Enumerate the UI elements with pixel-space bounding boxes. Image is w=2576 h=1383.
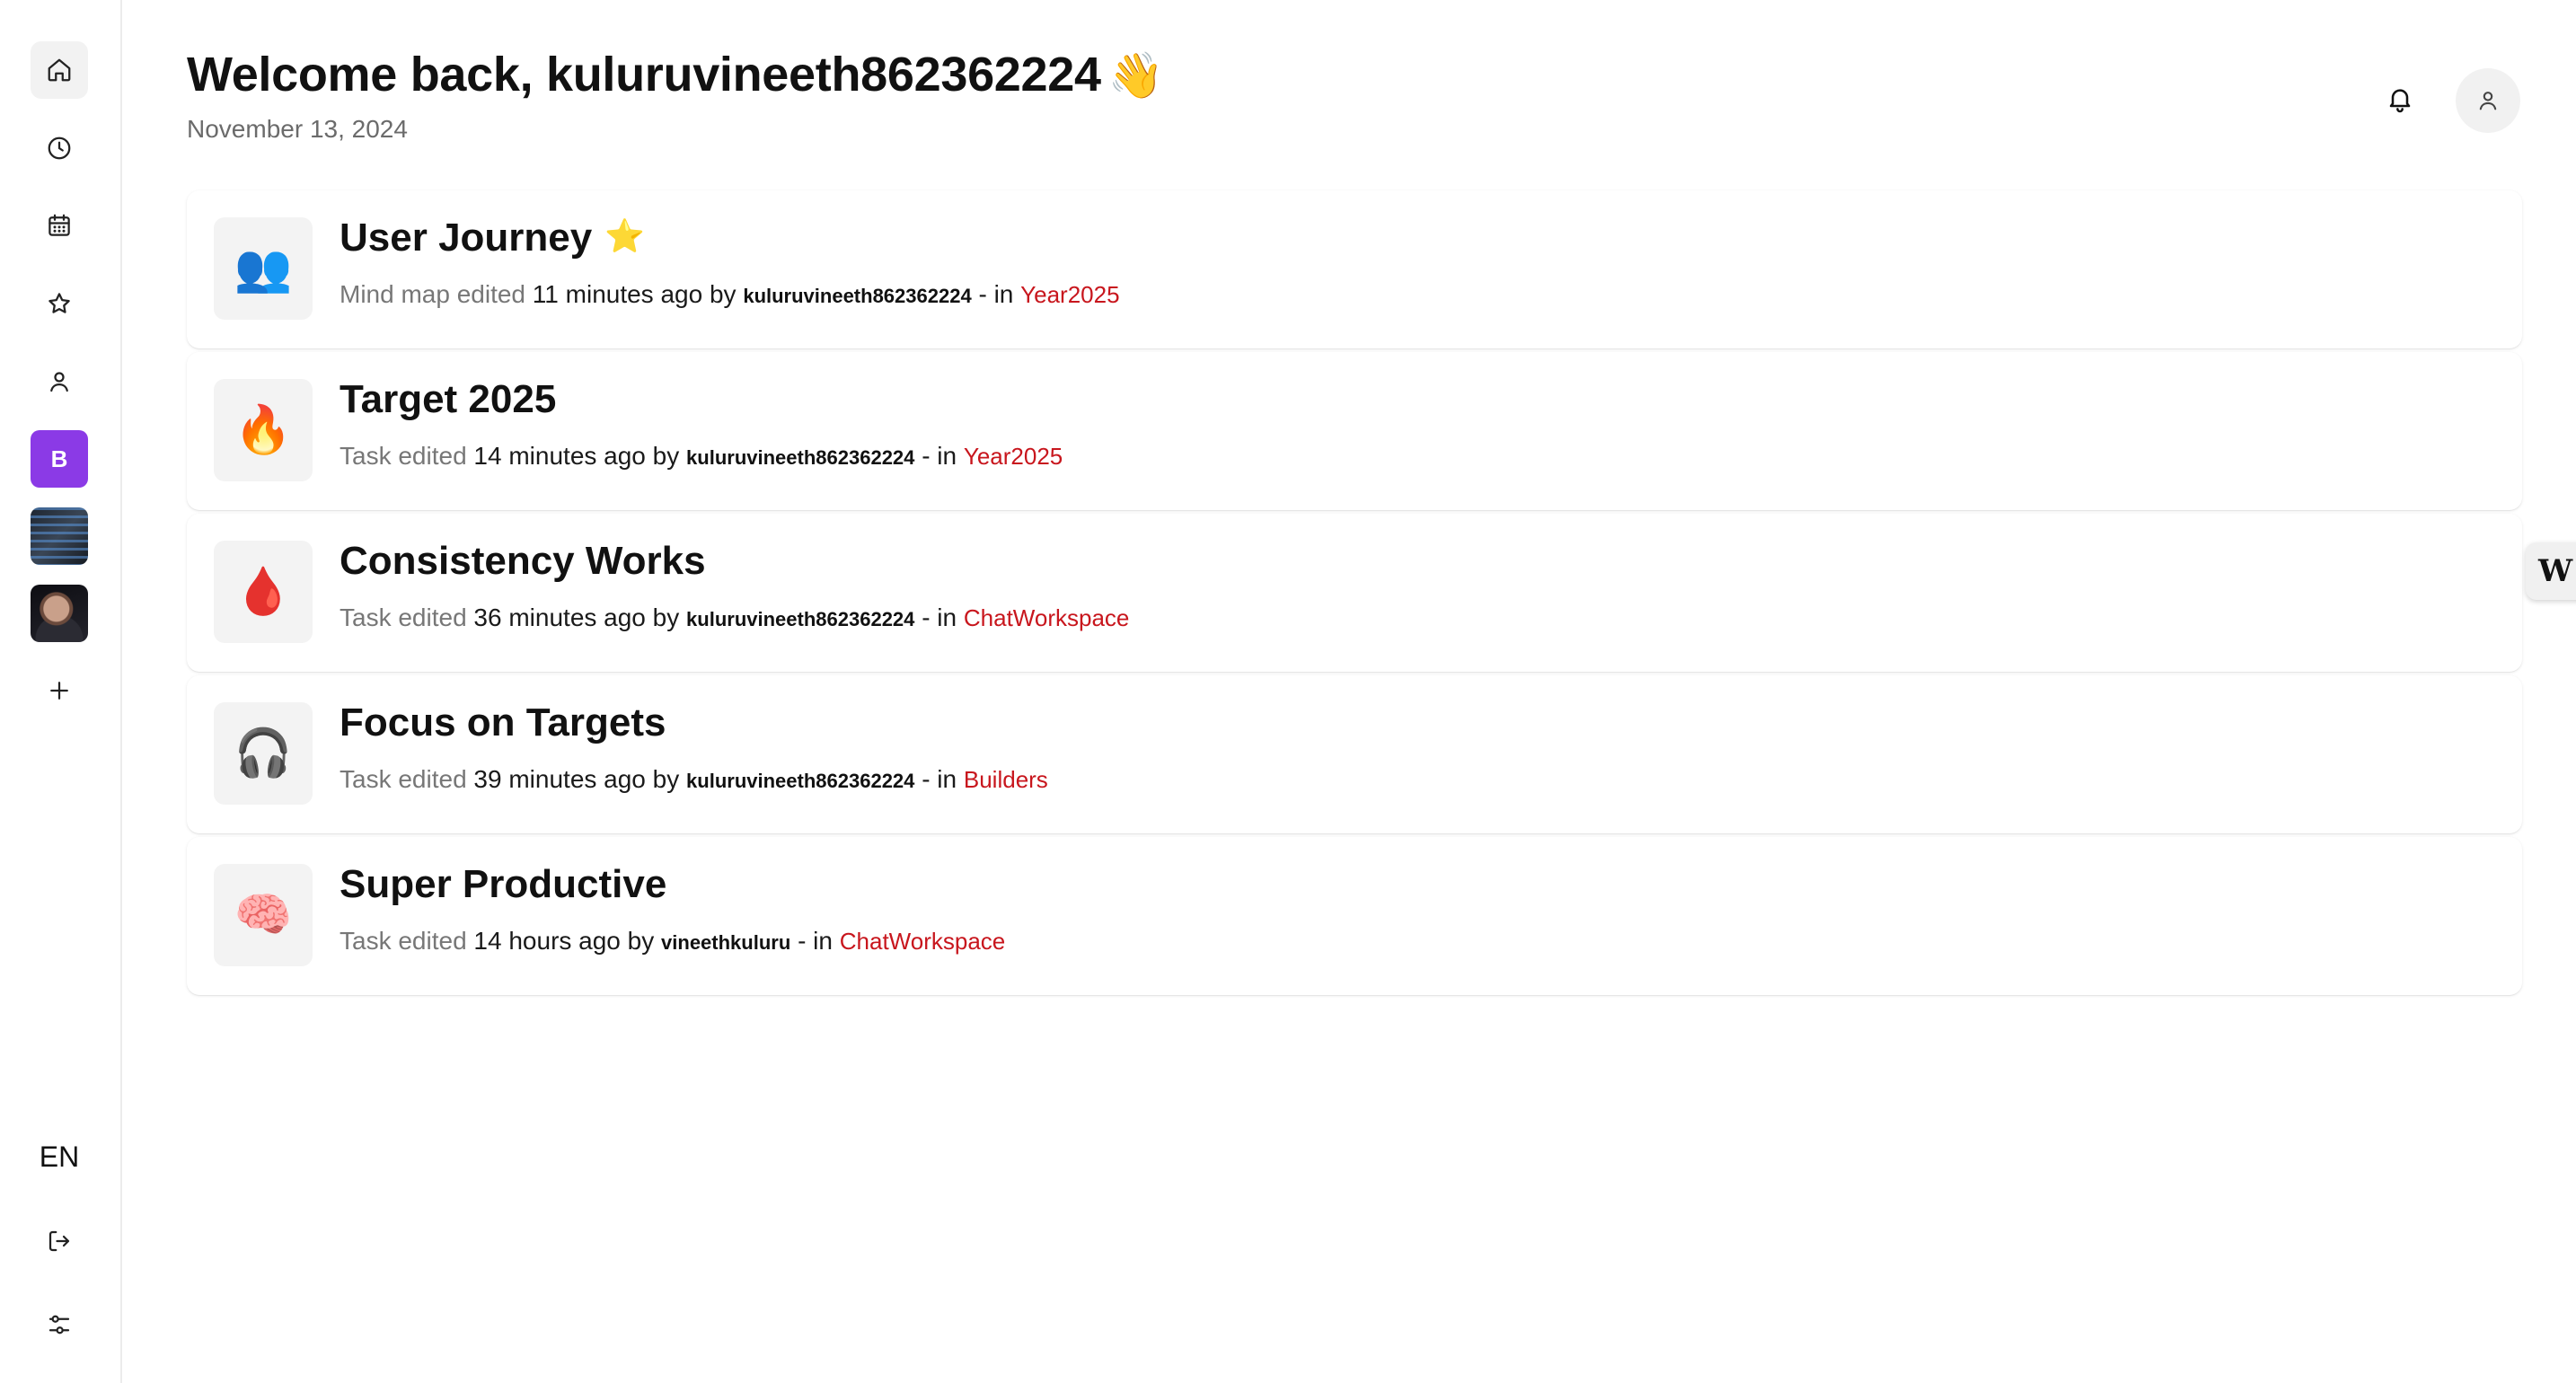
- activity-time: 39 minutes ago: [473, 765, 646, 793]
- activity-action: Task edited: [340, 442, 467, 470]
- sliders-icon: [49, 1315, 70, 1335]
- add-workspace-button[interactable]: [31, 662, 88, 719]
- activity-meta: Task edited 14 minutes ago by kuluruvine…: [340, 442, 1063, 471]
- activity-card[interactable]: 🧠 Super Productive Task edited 14 hours …: [187, 837, 2522, 995]
- activity-meta: Mind map edited 11 minutes ago by kuluru…: [340, 280, 1120, 309]
- activity-meta: Task edited 14 hours ago by vineethkulur…: [340, 927, 1005, 956]
- activity-by: by: [627, 927, 655, 955]
- activity-sep: - in: [798, 927, 833, 955]
- star-icon: [49, 293, 70, 313]
- activity-title: Focus on Targets: [340, 700, 666, 745]
- activity-title-text: Super Productive: [340, 862, 667, 906]
- activity-action: Task edited: [340, 927, 467, 955]
- activity-icon: 👥: [214, 217, 313, 320]
- activity-icon: 🎧: [214, 702, 313, 805]
- activity-workspace-link[interactable]: ChatWorkspace: [964, 604, 1130, 631]
- notifications-button[interactable]: [2371, 70, 2429, 128]
- activity-user: kuluruvineeth862362224: [686, 446, 915, 469]
- page-date: November 13, 2024: [187, 115, 408, 143]
- activity-action: Task edited: [340, 603, 467, 631]
- activity-title: Target 2025: [340, 377, 556, 422]
- activity-title-text: Consistency Works: [340, 539, 706, 583]
- activity-meta: Task edited 36 minutes ago by kuluruvine…: [340, 603, 1129, 632]
- floating-side-tab[interactable]: W: [2526, 542, 2576, 600]
- activity-title: User Journey ⭐: [340, 216, 645, 260]
- activity-card[interactable]: 🩸 Consistency Works Task edited 36 minut…: [187, 514, 2522, 672]
- user-menu-button[interactable]: [2456, 68, 2520, 133]
- activity-by: by: [652, 442, 680, 470]
- recent-activity-list: 👥 User Journey ⭐ Mind map edited 11 minut…: [187, 190, 2522, 999]
- activity-title-text: User Journey: [340, 216, 593, 260]
- activity-user: kuluruvineeth862362224: [686, 608, 915, 630]
- activity-card[interactable]: 👥 User Journey ⭐ Mind map edited 11 minut…: [187, 190, 2522, 348]
- logout-icon: [49, 1230, 70, 1252]
- activity-card[interactable]: 🎧 Focus on Targets Task edited 39 minute…: [187, 675, 2522, 833]
- workspace-image-button-1[interactable]: [31, 507, 88, 565]
- home-icon: [48, 58, 71, 82]
- activity-time: 36 minutes ago: [473, 603, 646, 631]
- activity-time: 11 minutes ago: [532, 280, 703, 308]
- plus-icon: [50, 682, 68, 700]
- language-switch[interactable]: EN: [31, 1130, 88, 1184]
- favorite-star-icon: ⭐: [604, 217, 646, 254]
- app: B EN Welcome back, kuluruvineeth86236222…: [0, 0, 2576, 1383]
- clock-icon: [48, 137, 71, 160]
- workspace-b-letter: B: [50, 445, 68, 472]
- activity-icon: 🩸: [214, 541, 313, 643]
- activity-action: Mind map edited: [340, 280, 526, 308]
- sidebar-calendar-button[interactable]: [31, 197, 88, 254]
- activity-workspace-link[interactable]: Year2025: [1020, 281, 1119, 308]
- workspace-image-button-2[interactable]: [31, 585, 88, 642]
- activity-time: 14 hours ago: [473, 927, 621, 955]
- activity-workspace-link[interactable]: Builders: [964, 766, 1048, 793]
- activity-by: by: [652, 765, 680, 793]
- logout-button[interactable]: [31, 1212, 88, 1270]
- activity-title: Super Productive: [340, 862, 666, 907]
- activity-by: by: [709, 280, 737, 308]
- activity-title-text: Focus on Targets: [340, 700, 666, 744]
- user-icon: [50, 372, 68, 392]
- calendar-icon: [49, 214, 70, 236]
- wave-emoji: 👋: [1107, 50, 1164, 101]
- activity-workspace-link[interactable]: Year2025: [964, 443, 1063, 470]
- sidebar-recent-button[interactable]: [31, 119, 88, 177]
- language-label: EN: [39, 1140, 80, 1173]
- activity-sep: - in: [922, 442, 957, 470]
- activity-sep: - in: [978, 280, 1014, 308]
- page-title-text: Welcome back, kuluruvineeth862362224: [187, 48, 1101, 101]
- page-title: Welcome back, kuluruvineeth862362224 👋: [187, 47, 1164, 102]
- activity-action: Task edited: [340, 765, 467, 793]
- activity-by: by: [652, 603, 680, 631]
- activity-sep: - in: [922, 765, 957, 793]
- activity-title: Consistency Works: [340, 539, 706, 584]
- sidebar-home-button[interactable]: [31, 41, 88, 99]
- activity-meta: Task edited 39 minutes ago by kuluruvine…: [340, 765, 1048, 794]
- user-avatar-icon: [2479, 92, 2497, 110]
- floating-tab-label: W: [2538, 553, 2573, 589]
- activity-workspace-link[interactable]: ChatWorkspace: [840, 928, 1006, 955]
- activity-time: 14 minutes ago: [473, 442, 646, 470]
- settings-button[interactable]: [31, 1296, 88, 1353]
- activity-user: kuluruvineeth862362224: [686, 770, 915, 792]
- activity-card[interactable]: 🔥 Target 2025 Task edited 14 minutes ago…: [187, 352, 2522, 510]
- workspace-b-button[interactable]: B: [31, 430, 88, 488]
- sidebar-profile-button[interactable]: [31, 353, 88, 410]
- activity-sep: - in: [922, 603, 957, 631]
- activity-icon: 🧠: [214, 864, 313, 966]
- sidebar-favorites-button[interactable]: [31, 275, 88, 332]
- sidebar: B EN: [0, 0, 122, 1383]
- activity-title-text: Target 2025: [340, 377, 557, 421]
- bell-icon: [2389, 89, 2411, 113]
- activity-user: vineethkuluru: [661, 931, 791, 954]
- activity-user: kuluruvineeth862362224: [743, 285, 972, 307]
- activity-icon: 🔥: [214, 379, 313, 481]
